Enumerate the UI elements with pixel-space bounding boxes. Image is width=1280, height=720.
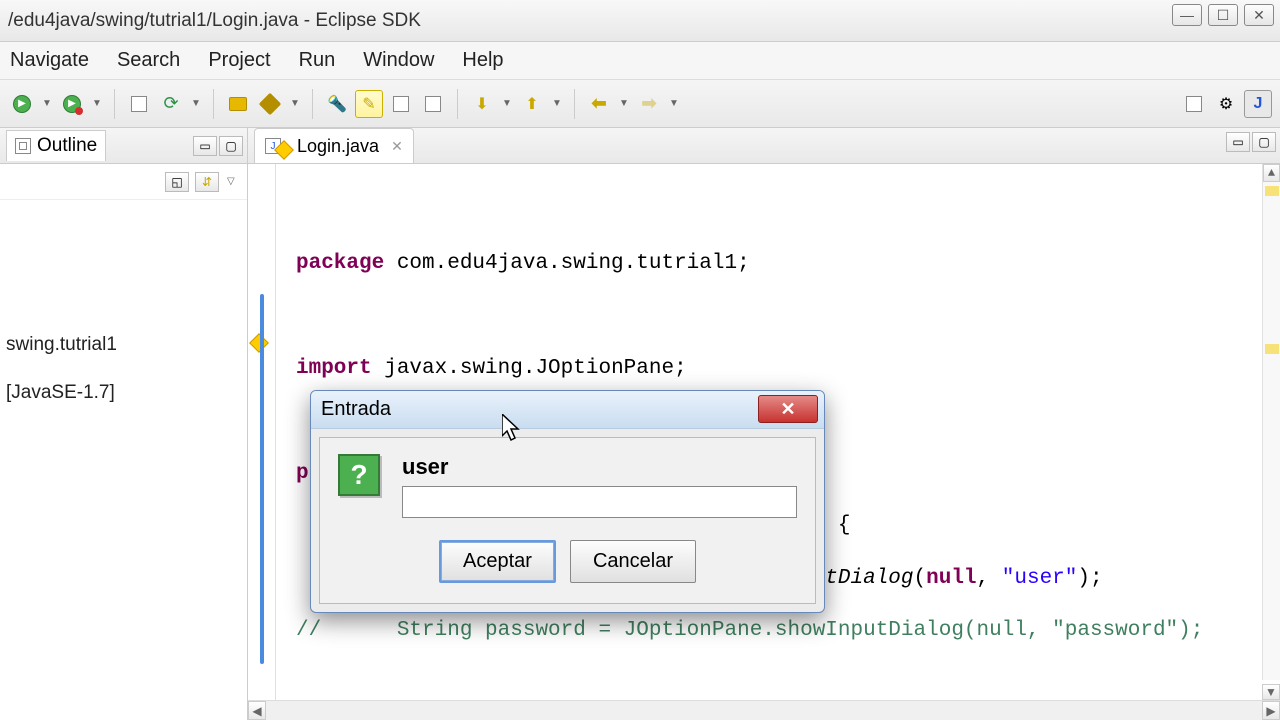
scroll-down-button[interactable]: ▼ <box>1262 684 1280 700</box>
menu-project[interactable]: Project <box>208 49 270 72</box>
outline-sort-button[interactable]: ⇵ <box>195 172 219 192</box>
dropdown-icon[interactable]: ▼ <box>92 98 104 109</box>
dialog-cancel-button[interactable]: Cancelar <box>570 540 696 583</box>
panel-maximize-button[interactable]: ▢ <box>219 136 243 156</box>
perspective-java-button[interactable]: J <box>1244 90 1272 118</box>
run-button[interactable]: ▶ <box>8 90 36 118</box>
editor-layout-1-button[interactable] <box>387 90 415 118</box>
dropdown-icon[interactable]: ▼ <box>191 98 203 109</box>
menu-run[interactable]: Run <box>299 49 336 72</box>
horizontal-scrollbar[interactable]: ◀ ▶ ▼ <box>248 700 1280 720</box>
outline-tab-label: Outline <box>37 135 97 157</box>
outline-item-label: swing.tutrial1 <box>6 334 117 356</box>
outline-item-package[interactable]: swing.tutrial1 <box>4 330 243 360</box>
question-icon: ? <box>338 454 380 496</box>
editor-layout-2-button[interactable] <box>419 90 447 118</box>
dropdown-icon[interactable]: ▽ <box>227 176 239 187</box>
separator <box>574 89 575 119</box>
window-close-button[interactable]: ✕ <box>1244 4 1274 26</box>
nav-forward-button[interactable]: ➡ <box>635 90 663 118</box>
outline-tab[interactable]: Outline <box>6 130 106 161</box>
separator <box>213 89 214 119</box>
dialog-close-button[interactable]: ✕ <box>758 395 818 423</box>
window-minimize-button[interactable]: — <box>1172 4 1202 26</box>
dialog-title: Entrada <box>321 398 391 421</box>
search-button[interactable]: 🔦 <box>323 90 351 118</box>
nav-back-button[interactable]: ⬅ <box>585 90 613 118</box>
menu-search[interactable]: Search <box>117 49 180 72</box>
refresh-button[interactable]: ⟳ <box>157 90 185 118</box>
annotation-down-button[interactable]: ⬇ <box>468 90 496 118</box>
fold-indicator[interactable] <box>260 294 264 664</box>
window-titlebar: /edu4java/swing/tutrial1/Login.java - Ec… <box>0 0 1280 42</box>
input-dialog: Entrada ✕ ? user Aceptar Cancelar <box>310 390 825 613</box>
dropdown-icon[interactable]: ▼ <box>619 98 631 109</box>
dropdown-icon[interactable]: ▼ <box>290 98 302 109</box>
dialog-titlebar[interactable]: Entrada ✕ <box>311 391 824 429</box>
outline-focus-button[interactable]: ◱ <box>165 172 189 192</box>
perspective-button-2[interactable]: ⚙ <box>1212 90 1240 118</box>
run-button-2[interactable]: ▶ <box>58 90 86 118</box>
dialog-accept-button[interactable]: Aceptar <box>439 540 556 583</box>
tab-close-button[interactable]: ✕ <box>391 138 403 155</box>
open-button[interactable] <box>224 90 252 118</box>
toolbar: ▶ ▼ ▶ ▼ ⟳ ▼ ▼ 🔦 ✎ ⬇ ▼ ⬆ ▼ ⬅ ▼ ➡ ▼ ⚙ J <box>0 80 1280 128</box>
dialog-label: user <box>402 454 797 480</box>
new-package-button[interactable] <box>125 90 153 118</box>
outline-panel: Outline ▭ ▢ ◱ ⇵ ▽ swing.tutrial1 [JavaSE… <box>0 128 248 720</box>
scroll-up-button[interactable]: ▲ <box>1263 164 1280 182</box>
separator <box>457 89 458 119</box>
editor-tab-login[interactable]: J Login.java ✕ <box>254 128 414 163</box>
editor-tab-label: Login.java <box>297 136 379 157</box>
dropdown-icon[interactable]: ▼ <box>552 98 564 109</box>
outline-item-label: [JavaSE-1.7] <box>6 382 115 404</box>
dropdown-icon[interactable]: ▼ <box>669 98 681 109</box>
perspective-button-1[interactable] <box>1180 90 1208 118</box>
menu-bar: Navigate Search Project Run Window Help <box>0 42 1280 80</box>
menu-navigate[interactable]: Navigate <box>10 49 89 72</box>
separator <box>114 89 115 119</box>
editor-tabbar: J Login.java ✕ ▭ ▢ <box>248 128 1280 164</box>
tools-button[interactable] <box>256 90 284 118</box>
editor-maximize-button[interactable]: ▢ <box>1252 132 1276 152</box>
dropdown-icon[interactable]: ▼ <box>42 98 54 109</box>
overview-marker[interactable] <box>1265 186 1279 196</box>
annotation-up-button[interactable]: ⬆ <box>518 90 546 118</box>
overview-ruler[interactable]: ▲ <box>1262 164 1280 680</box>
dialog-text-input[interactable] <box>402 486 797 518</box>
menu-help[interactable]: Help <box>462 49 503 72</box>
scroll-left-button[interactable]: ◀ <box>248 701 266 720</box>
menu-window[interactable]: Window <box>363 49 434 72</box>
window-maximize-button[interactable]: ☐ <box>1208 4 1238 26</box>
warning-marker-icon[interactable] <box>249 333 269 353</box>
outline-icon <box>15 138 31 154</box>
outline-tabbar: Outline ▭ ▢ <box>0 128 247 164</box>
separator <box>312 89 313 119</box>
editor-minimize-button[interactable]: ▭ <box>1226 132 1250 152</box>
toggle-mark-button[interactable]: ✎ <box>355 90 383 118</box>
outline-toolbar: ◱ ⇵ ▽ <box>0 164 247 200</box>
scroll-right-button[interactable]: ▶ <box>1262 701 1280 720</box>
outline-item-jre[interactable]: [JavaSE-1.7] <box>4 378 243 408</box>
dialog-body: ? user Aceptar Cancelar <box>319 437 816 604</box>
overview-marker[interactable] <box>1265 344 1279 354</box>
window-title: /edu4java/swing/tutrial1/Login.java - Ec… <box>8 10 421 32</box>
panel-minimize-button[interactable]: ▭ <box>193 136 217 156</box>
outline-content: swing.tutrial1 [JavaSE-1.7] <box>0 200 247 418</box>
dropdown-icon[interactable]: ▼ <box>502 98 514 109</box>
